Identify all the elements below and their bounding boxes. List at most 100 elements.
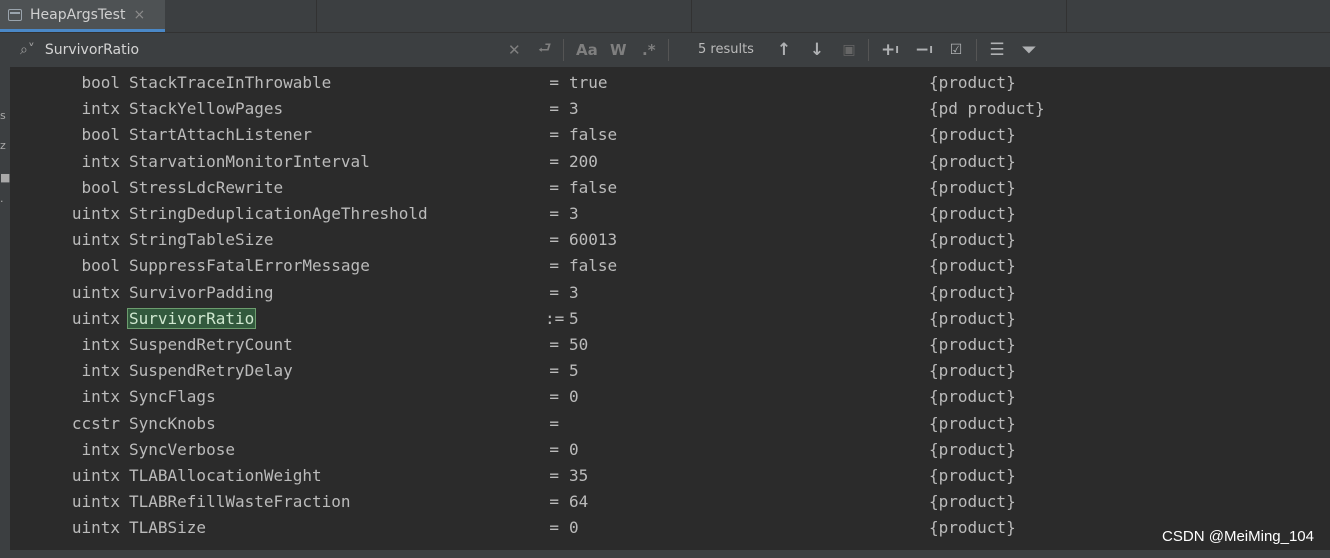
console-line: intx StackYellowPages = 3 {pd product}: [10, 96, 1310, 122]
tab-heapargstest[interactable]: HeapArgsTest ×: [0, 0, 165, 32]
flag-name: TLABRefillWasteFraction: [129, 492, 351, 512]
flag-category: {product}: [929, 335, 1016, 354]
flag-operator: =: [549, 466, 559, 485]
flag-value: 3: [569, 282, 579, 302]
flag-category: {product}: [929, 73, 1016, 92]
close-icon[interactable]: ×: [133, 7, 145, 23]
add-occurrence-icon[interactable]: + I: [878, 33, 902, 67]
tab-divider: [1066, 0, 1067, 32]
next-occurrence-button[interactable]: ↓: [808, 33, 826, 67]
flag-category: {pd product}: [929, 99, 1045, 119]
flag-category: {product}: [929, 361, 1016, 381]
flag-type: uintx: [71, 466, 120, 485]
flag-type: intx: [81, 439, 120, 459]
watermark: CSDN @MeiMing_104: [1162, 528, 1314, 545]
flag-category: {product}: [929, 230, 1016, 250]
gutter-glyph: ■: [0, 171, 11, 184]
flag-name: SyncVerbose: [129, 439, 235, 459]
flag-operator: =: [549, 282, 559, 302]
flag-name: StringTableSize: [129, 230, 274, 250]
flag-name: SuppressFatalErrorMessage: [129, 256, 370, 276]
console-line: intx SuspendRetryCount = 50 {product}: [10, 332, 1310, 358]
flag-type: intx: [81, 361, 120, 381]
flag-name: TLABSize: [129, 518, 207, 538]
console-line: ccstr SyncKnobs = {product}: [10, 411, 1310, 437]
flag-operator: =: [549, 99, 559, 119]
flag-name: SurvivorPadding: [129, 282, 274, 302]
flag-category: {product}: [929, 413, 1016, 433]
flag-value: 3: [569, 99, 579, 119]
new-line-icon[interactable]: ⮐: [538, 33, 552, 67]
filter-icon[interactable]: ⏷: [1018, 33, 1040, 67]
flag-type: bool: [81, 125, 120, 145]
console-line: intx SyncFlags = 0 {product}: [10, 384, 1310, 410]
console-line: uintx StringDeduplicationAgeThreshold = 3 {p…: [10, 201, 1310, 227]
flag-operator: =: [549, 177, 559, 197]
regex-button[interactable]: .*: [642, 33, 656, 67]
flag-operator: =: [549, 73, 559, 92]
flag-value: false: [569, 256, 618, 276]
flag-value: 0: [569, 439, 579, 459]
flag-type: intx: [81, 335, 120, 354]
whole-words-button[interactable]: W: [610, 33, 627, 67]
flag-value: 35: [569, 466, 589, 485]
console-output[interactable]: bool StackTraceInThrowable = true {product} i…: [10, 70, 1330, 550]
flag-operator: =: [549, 361, 559, 381]
flag-category: {product}: [929, 282, 1016, 302]
flag-operator: =: [549, 439, 559, 459]
open-in-window-icon[interactable]: ▣: [840, 33, 858, 67]
flag-operator: =: [549, 413, 559, 433]
flag-operator: :=: [545, 308, 565, 328]
flag-category: {product}: [929, 151, 1016, 171]
flag-name: SuspendRetryDelay: [129, 361, 293, 381]
gutter-glyph: z: [0, 139, 6, 152]
flag-value: 5: [569, 361, 579, 381]
flag-name: SuspendRetryCount: [129, 335, 293, 354]
remove-occurrence-icon[interactable]: − I: [912, 33, 936, 67]
select-all-occurrences-icon[interactable]: ☑: [944, 33, 968, 67]
match-case-button[interactable]: Aa: [576, 33, 598, 67]
left-tool-strip: s z ■ ·: [0, 67, 10, 558]
flag-operator: =: [549, 230, 559, 250]
flag-value: false: [569, 125, 618, 145]
console-line: bool StartAttachListener = false {product}: [10, 122, 1310, 148]
previous-occurrence-button[interactable]: ↑: [775, 33, 793, 67]
flag-name: StressLdcRewrite: [129, 177, 284, 197]
flag-category: {product}: [929, 439, 1016, 459]
flag-name: StartAttachListener: [129, 125, 313, 145]
flag-name: TLABAllocationWeight: [129, 466, 322, 485]
console-icon: [8, 8, 22, 21]
flag-type: uintx: [71, 308, 120, 328]
flag-name: StringDeduplicationAgeThreshold: [129, 204, 428, 223]
search-input[interactable]: [42, 41, 487, 59]
console-line: uintx StringTableSize = 60013 {product}: [10, 227, 1310, 253]
multiline-icon[interactable]: ☰: [986, 33, 1008, 67]
flag-value: 5: [569, 308, 579, 328]
flag-name: StackTraceInThrowable: [129, 73, 332, 92]
flag-type: uintx: [71, 230, 120, 250]
search-field: ⌕˅: [14, 33, 669, 67]
flag-value: 50: [569, 335, 589, 354]
flag-value: true: [569, 73, 608, 92]
flag-type: bool: [81, 177, 120, 197]
flag-value: false: [569, 177, 618, 197]
results-count: 5 results: [698, 42, 754, 57]
tab-label: HeapArgsTest: [30, 6, 126, 23]
flag-operator: =: [549, 125, 559, 145]
search-icon[interactable]: ⌕˅: [20, 42, 35, 58]
flag-category: {product}: [929, 518, 1016, 538]
flag-category: {product}: [929, 466, 1016, 485]
flag-value: 60013: [569, 230, 618, 250]
flag-type: intx: [81, 151, 120, 171]
flag-value: 0: [569, 387, 579, 407]
flag-category: {product}: [929, 256, 1016, 276]
flag-operator: =: [549, 518, 559, 538]
flag-category: {product}: [929, 492, 1016, 512]
console-line: bool StackTraceInThrowable = true {product}: [10, 70, 1310, 96]
clear-icon[interactable]: ✕: [508, 33, 521, 67]
tab-divider: [316, 0, 317, 32]
editor-tab-bar: HeapArgsTest ×: [0, 0, 1330, 33]
console-line: uintx TLABAllocationWeight = 35 {product}: [10, 463, 1310, 489]
console-line: intx SuspendRetryDelay = 5 {product}: [10, 358, 1310, 384]
flag-name: SyncKnobs: [129, 413, 216, 433]
